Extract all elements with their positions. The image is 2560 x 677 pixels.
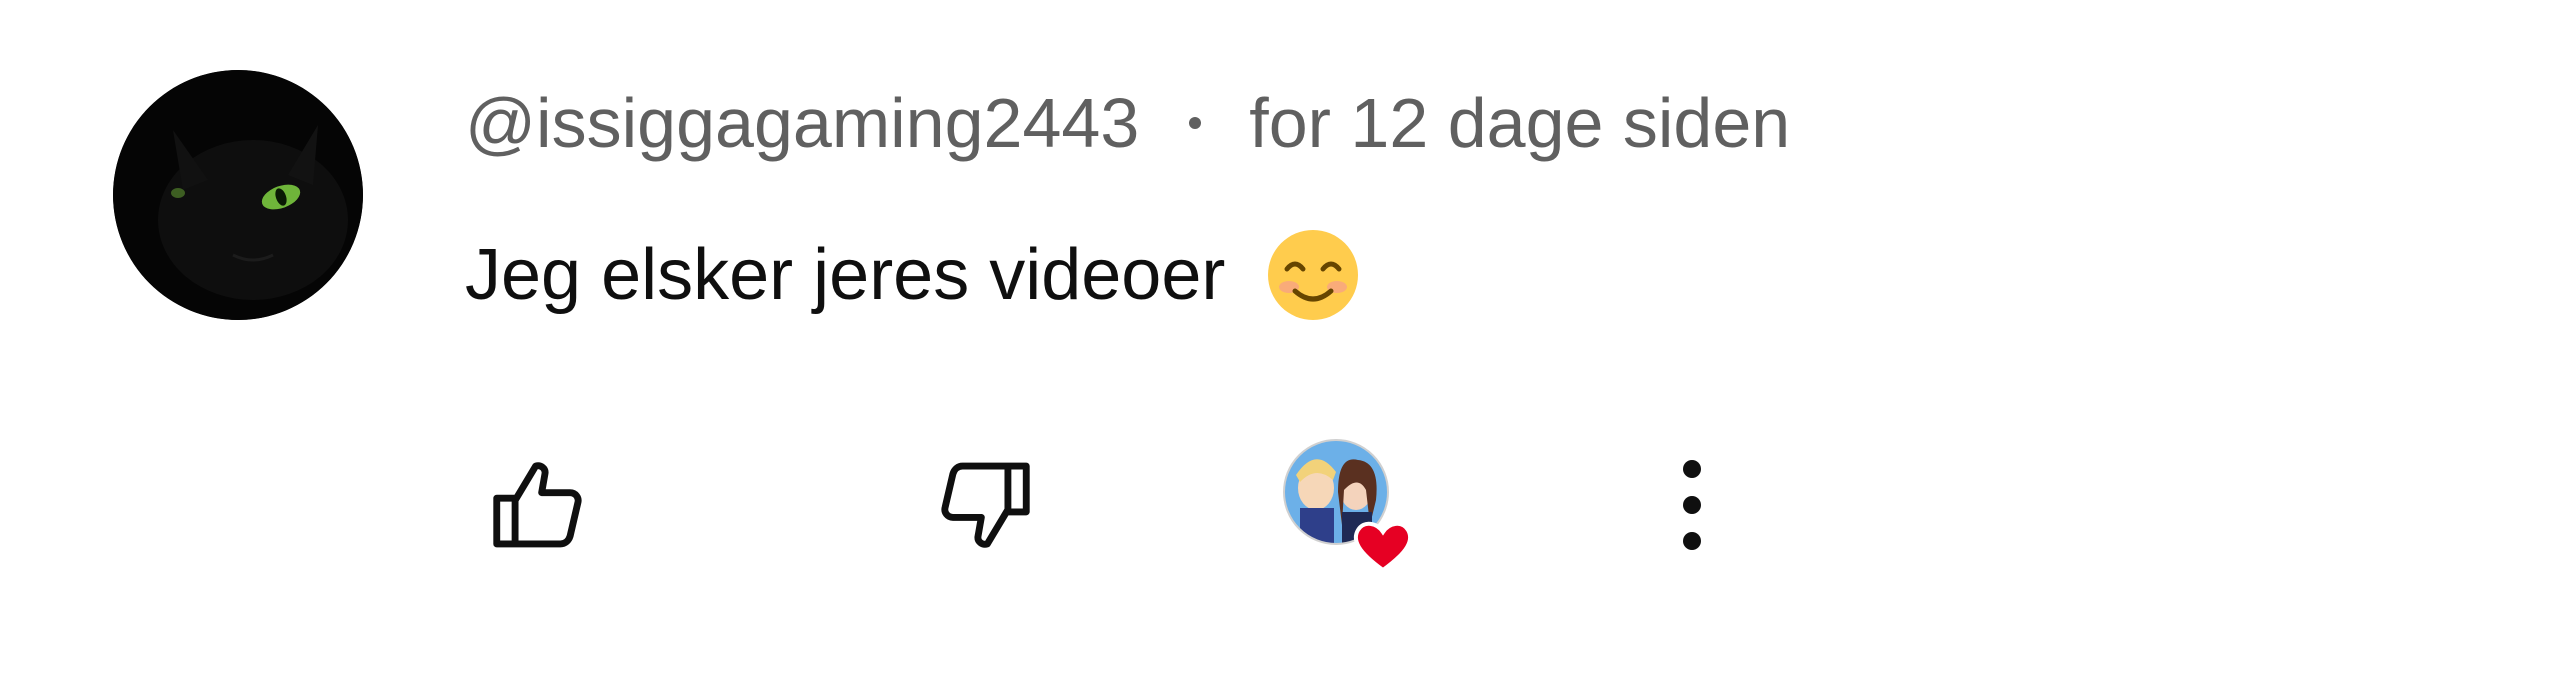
comment-body: Jeg elsker jeres videoer [465, 225, 1361, 325]
like-button[interactable] [478, 445, 598, 565]
separator-dot [1189, 117, 1202, 129]
comment: @issiggagaming2443 for 12 dage siden Jeg… [0, 0, 2560, 677]
more-options-button[interactable] [1632, 445, 1752, 565]
dislike-button[interactable] [925, 445, 1045, 565]
thumbs-up-icon [493, 462, 582, 548]
comment-timestamp[interactable]: for 12 dage siden [1249, 83, 1790, 163]
creator-heart-badge[interactable] [1278, 430, 1438, 590]
creator-heart-icon [1283, 439, 1413, 573]
cat-avatar-icon [113, 70, 363, 320]
smiling-face-emoji-icon [1265, 227, 1361, 323]
comment-meta: @issiggagaming2443 for 12 dage siden [465, 78, 1790, 168]
more-vertical-icon [1683, 460, 1701, 550]
author-avatar[interactable] [113, 70, 363, 320]
author-handle[interactable]: @issiggagaming2443 [465, 83, 1139, 163]
comment-text: Jeg elsker jeres videoer [465, 235, 1226, 315]
thumbs-down-icon [941, 462, 1030, 548]
